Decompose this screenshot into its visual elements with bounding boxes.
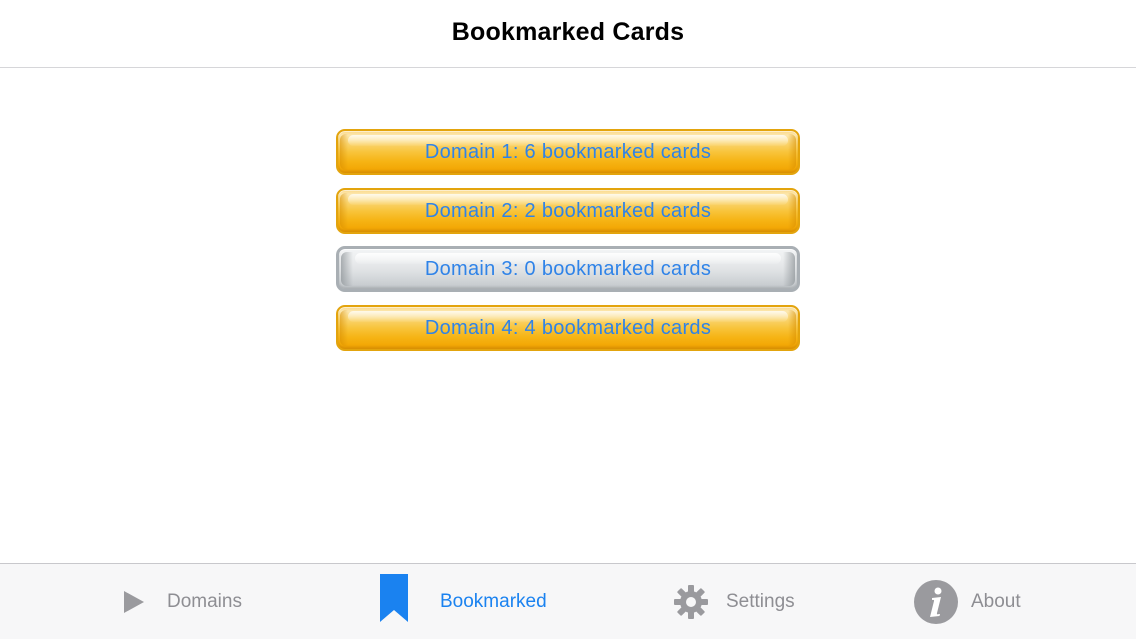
domain-3-button[interactable]: Domain 3: 0 bookmarked cards — [336, 246, 800, 292]
domain-3-label: Domain 3: 0 bookmarked cards — [424, 258, 712, 280]
play-icon — [118, 586, 150, 618]
tab-about[interactable]: About — [913, 564, 1021, 639]
button-left-cap — [340, 134, 348, 170]
app-screen: Bookmarked Cards Domain 1: 6 bookmarked … — [0, 0, 1136, 639]
button-right-cap — [788, 309, 796, 346]
button-left-cap — [341, 252, 353, 286]
tab-domains-label: Domains — [167, 590, 242, 612]
info-icon — [913, 579, 959, 625]
navigation-bar: Bookmarked Cards — [0, 0, 1136, 68]
button-left-cap — [340, 309, 348, 346]
domain-1-button[interactable]: Domain 1: 6 bookmarked cards — [336, 129, 800, 175]
bookmark-icon — [378, 572, 410, 624]
domain-4-label: Domain 4: 4 bookmarked cards — [424, 316, 712, 339]
gear-icon — [673, 584, 709, 620]
button-left-cap — [340, 192, 348, 229]
button-right-cap — [788, 192, 796, 229]
domain-2-label: Domain 2: 2 bookmarked cards — [424, 199, 712, 222]
page-title: Bookmarked Cards — [451, 18, 685, 46]
tab-bar: Domains Bookmarked Settings About — [0, 563, 1136, 639]
domain-1-label: Domain 1: 6 bookmarked cards — [424, 141, 712, 163]
domain-list: Domain 1: 6 bookmarked cards Domain 2: 2… — [336, 129, 800, 363]
tab-bookmarked-label: Bookmarked — [440, 590, 547, 612]
bookmarked-content: Domain 1: 6 bookmarked cards Domain 2: 2… — [0, 68, 1136, 563]
tab-settings[interactable]: Settings — [673, 564, 795, 639]
button-right-cap — [783, 252, 795, 286]
button-right-cap — [788, 134, 796, 170]
tab-settings-label: Settings — [726, 590, 795, 612]
domain-2-button[interactable]: Domain 2: 2 bookmarked cards — [336, 187, 800, 234]
tab-about-label: About — [971, 590, 1021, 612]
tab-domains[interactable]: Domains — [118, 564, 242, 639]
domain-4-button[interactable]: Domain 4: 4 bookmarked cards — [336, 304, 800, 351]
tab-bookmarked[interactable]: Bookmarked — [378, 564, 547, 639]
